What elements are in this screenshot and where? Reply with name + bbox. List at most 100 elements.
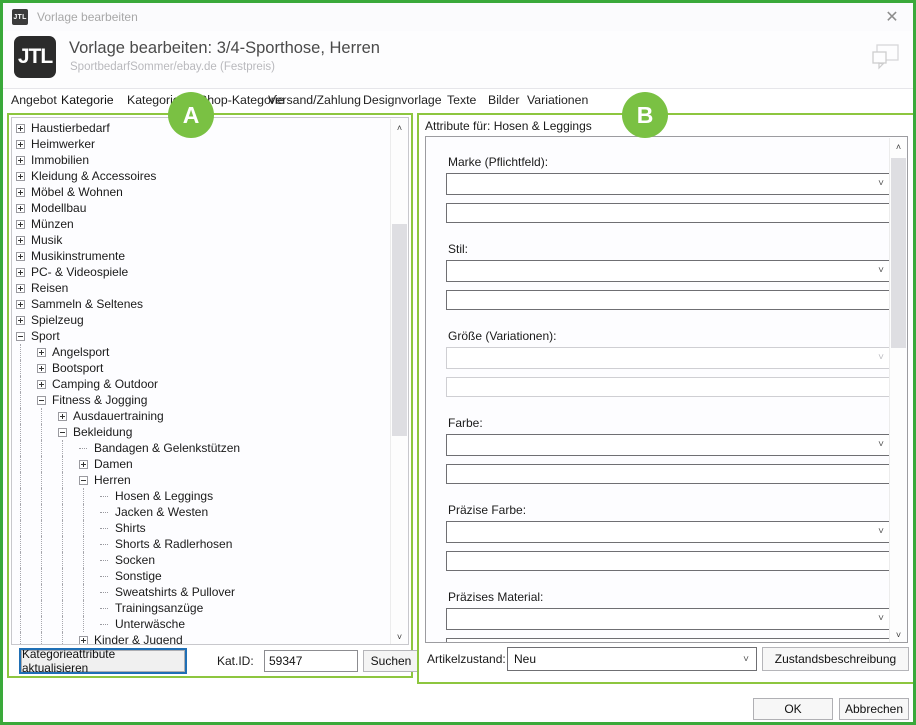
expand-plus-icon[interactable] <box>58 412 67 421</box>
search-button[interactable]: Suchen <box>363 650 419 672</box>
close-icon[interactable]: ✕ <box>877 5 907 29</box>
attributes-scrollbar[interactable]: ˄ ˅ <box>889 138 906 643</box>
expand-plus-icon[interactable] <box>16 124 25 133</box>
collapse-minus-icon[interactable] <box>58 428 67 437</box>
expand-plus-icon[interactable] <box>37 348 46 357</box>
category-tree-scrollbar[interactable]: ˄ ˅ <box>390 119 407 645</box>
tree-node[interactable]: Angelsport <box>12 344 390 360</box>
tree-node[interactable]: Camping & Outdoor <box>12 376 390 392</box>
tree-node[interactable]: Unterwäsche <box>12 616 390 632</box>
expand-plus-icon[interactable] <box>16 252 25 261</box>
scroll-up-icon[interactable]: ˄ <box>890 138 907 155</box>
attribute-text-input[interactable] <box>446 290 891 310</box>
tree-node[interactable]: PC- & Videospiele <box>12 264 390 280</box>
tree-node[interactable]: Bandagen & Gelenkstützen <box>12 440 390 456</box>
tree-node[interactable]: Musikinstrumente <box>12 248 390 264</box>
collapse-minus-icon[interactable] <box>79 476 88 485</box>
category-tree[interactable]: HaustierbedarfHeimwerkerImmobilienKleidu… <box>12 120 390 645</box>
expand-plus-icon[interactable] <box>16 188 25 197</box>
tree-node[interactable]: Spielzeug <box>12 312 390 328</box>
tree-leaf-dash-icon[interactable] <box>100 572 109 581</box>
attribute-text-input[interactable] <box>446 377 891 397</box>
scrollbar-thumb[interactable] <box>891 158 906 348</box>
tree-node[interactable]: Sonstige <box>12 568 390 584</box>
cancel-button[interactable]: Abbrechen <box>839 698 909 720</box>
expand-plus-icon[interactable] <box>37 364 46 373</box>
tree-leaf-dash-icon[interactable] <box>100 556 109 565</box>
tree-node[interactable]: Trainingsanzüge <box>12 600 390 616</box>
tree-node[interactable]: Bootsport <box>12 360 390 376</box>
expand-plus-icon[interactable] <box>37 380 46 389</box>
expand-plus-icon[interactable] <box>16 220 25 229</box>
tree-node[interactable]: Möbel & Wohnen <box>12 184 390 200</box>
tree-node[interactable]: Münzen <box>12 216 390 232</box>
tree-node[interactable]: Shirts <box>12 520 390 536</box>
attribute-select[interactable]: ˅ <box>446 347 891 369</box>
expand-plus-icon[interactable] <box>16 268 25 277</box>
category-tree-container[interactable]: HaustierbedarfHeimwerkerImmobilienKleidu… <box>11 117 409 645</box>
expand-plus-icon[interactable] <box>16 140 25 149</box>
tree-node[interactable]: Jacken & Westen <box>12 504 390 520</box>
tree-node[interactable]: Kleidung & Accessoires <box>12 168 390 184</box>
tree-node[interactable]: Herren <box>12 472 390 488</box>
tab-variationen[interactable]: Variationen <box>527 93 588 107</box>
expand-plus-icon[interactable] <box>16 172 25 181</box>
tree-node[interactable]: Modellbau <box>12 200 390 216</box>
expand-plus-icon[interactable] <box>16 156 25 165</box>
tab-versand-zahlung[interactable]: Versand/Zahlung <box>268 93 361 107</box>
tree-leaf-dash-icon[interactable] <box>100 524 109 533</box>
expand-plus-icon[interactable] <box>16 300 25 309</box>
tree-node[interactable]: Musik <box>12 232 390 248</box>
screen-share-icon[interactable] <box>871 43 901 71</box>
scroll-up-icon[interactable]: ˄ <box>391 119 408 136</box>
attribute-text-input[interactable] <box>446 464 891 484</box>
expand-plus-icon[interactable] <box>79 636 88 645</box>
artikelzustand-select[interactable]: Neu ˅ <box>507 647 757 671</box>
tab-angebot[interactable]: Angebot <box>11 93 57 107</box>
tree-leaf-dash-icon[interactable] <box>100 604 109 613</box>
tree-node[interactable]: Hosen & Leggings <box>12 488 390 504</box>
attribute-text-input[interactable] <box>446 203 891 223</box>
attributes-scroll-area[interactable]: Marke (Pflichtfeld):˅Stil:˅Größe (Variat… <box>425 136 908 643</box>
attribute-text-input[interactable] <box>446 638 891 643</box>
scroll-down-icon[interactable]: ˅ <box>391 628 408 645</box>
attribute-select[interactable]: ˅ <box>446 173 891 195</box>
tree-node[interactable]: Fitness & Jogging <box>12 392 390 408</box>
collapse-minus-icon[interactable] <box>16 332 25 341</box>
tree-node[interactable]: Damen <box>12 456 390 472</box>
tree-leaf-dash-icon[interactable] <box>100 540 109 549</box>
ok-button[interactable]: OK <box>753 698 833 720</box>
tab-texte[interactable]: Texte <box>447 93 476 107</box>
tree-node[interactable]: Ausdauertraining <box>12 408 390 424</box>
tree-node[interactable]: Sweatshirts & Pullover <box>12 584 390 600</box>
expand-plus-icon[interactable] <box>16 316 25 325</box>
attribute-select[interactable]: ˅ <box>446 434 891 456</box>
tree-node[interactable]: Reisen <box>12 280 390 296</box>
expand-plus-icon[interactable] <box>79 460 88 469</box>
expand-plus-icon[interactable] <box>16 284 25 293</box>
kat-id-input[interactable] <box>264 650 358 672</box>
tree-node[interactable]: Heimwerker <box>12 136 390 152</box>
tree-node[interactable]: Bekleidung <box>12 424 390 440</box>
attribute-text-input[interactable] <box>446 551 891 571</box>
tree-leaf-dash-icon[interactable] <box>100 508 109 517</box>
tab-kategorie[interactable]: Kategorie <box>61 93 114 107</box>
tree-node[interactable]: Sammeln & Seltenes <box>12 296 390 312</box>
expand-plus-icon[interactable] <box>16 236 25 245</box>
collapse-minus-icon[interactable] <box>37 396 46 405</box>
tree-node[interactable]: Socken <box>12 552 390 568</box>
tree-node[interactable]: Kinder & Jugend <box>12 632 390 645</box>
attribute-select[interactable]: ˅ <box>446 521 891 543</box>
tree-node[interactable]: Immobilien <box>12 152 390 168</box>
scroll-down-icon[interactable]: ˅ <box>890 626 907 643</box>
scrollbar-thumb[interactable] <box>392 224 407 436</box>
tree-leaf-dash-icon[interactable] <box>100 588 109 597</box>
zustandsbeschreibung-button[interactable]: Zustandsbeschreibung <box>762 647 909 671</box>
tree-leaf-dash-icon[interactable] <box>79 444 88 453</box>
tree-leaf-dash-icon[interactable] <box>100 492 109 501</box>
update-category-attributes-button[interactable]: Kategorieattribute aktualisieren <box>21 650 185 672</box>
expand-plus-icon[interactable] <box>16 204 25 213</box>
tree-node[interactable]: Shorts & Radlerhosen <box>12 536 390 552</box>
attribute-select[interactable]: ˅ <box>446 260 891 282</box>
tab-bilder[interactable]: Bilder <box>488 93 519 107</box>
